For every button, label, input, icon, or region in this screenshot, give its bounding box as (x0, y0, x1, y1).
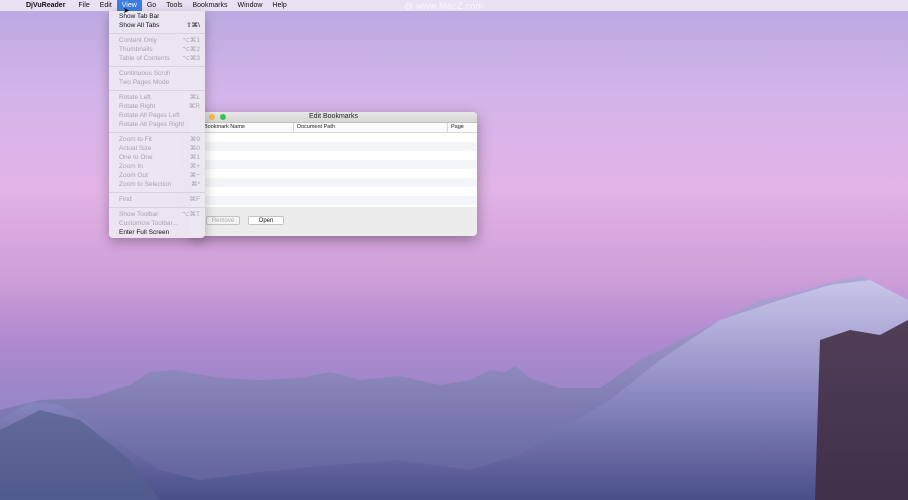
button-bar: Remove Open (190, 216, 477, 230)
zoom-window-icon[interactable] (220, 114, 226, 120)
menu-item-enter-full-screen[interactable]: Enter Full Screen (109, 228, 205, 237)
menu-item-rotate-left: Rotate Left ⌘L (119, 94, 200, 101)
column-document-path[interactable]: Document Path (294, 123, 448, 132)
window-titlebar[interactable]: Edit Bookmarks (190, 112, 477, 123)
table-row[interactable] (190, 142, 477, 151)
menu-item-continuous-scroll: Continuous Scroll (119, 70, 170, 77)
table-row[interactable] (190, 196, 477, 205)
menu-item-one-to-one: One to One ⌘1 (119, 154, 200, 161)
edit-bookmarks-window: Edit Bookmarks Bookmark Name Document Pa… (190, 112, 477, 236)
menu-window[interactable]: Window (233, 0, 268, 11)
table-row[interactable] (190, 133, 477, 142)
menu-separator (109, 132, 205, 133)
menu-item-rotate-all-right: Rotate All Pages Right (119, 121, 185, 128)
menu-separator (109, 33, 205, 34)
menu-item-zoom-out: Zoom Out ⌘− (119, 172, 200, 179)
minimize-window-icon[interactable] (209, 114, 215, 120)
watermark: @ www.MacZ.com (404, 1, 484, 11)
menu-go[interactable]: Go (142, 0, 161, 11)
table-row[interactable] (190, 169, 477, 178)
menu-bookmarks[interactable]: Bookmarks (188, 0, 233, 11)
menu-file[interactable]: File (73, 0, 94, 11)
menu-tools[interactable]: Tools (161, 0, 187, 11)
menu-item-customize-toolbar: Customize Toolbar... (119, 220, 178, 227)
menu-item-two-pages-mode: Two Pages Mode (119, 79, 170, 86)
menu-item-zoom-to-selection: Zoom to Selection ⌘* (119, 181, 200, 188)
menu-item-zoom-in: Zoom In ⌘+ (119, 163, 200, 170)
menu-item-actual-size: Actual Size ⌘0 (119, 145, 200, 152)
menu-item-show-toolbar: Show Toolbar ⌥⌘T (119, 211, 200, 218)
menu-item-content-only: Content Only ⌥⌘1 (119, 37, 200, 44)
menu-separator (109, 66, 205, 67)
menu-edit[interactable]: Edit (95, 0, 117, 11)
menu-separator (109, 207, 205, 208)
menu-item-find: Find ⌘F (119, 196, 200, 203)
menu-item-rotate-all-left: Rotate All Pages Left (119, 112, 180, 119)
window-title: Edit Bookmarks (308, 113, 359, 120)
menu-app-name[interactable]: DjVuReader (21, 0, 70, 11)
menu-help[interactable]: Help (267, 0, 291, 11)
mouse-pointer-icon: ➤ (123, 6, 130, 15)
menu-separator (109, 90, 205, 91)
menu-item-zoom-to-fit: Zoom to Fit ⌘9 (119, 136, 200, 143)
remove-button[interactable]: Remove (206, 216, 240, 225)
menu-separator (109, 192, 205, 193)
bookmarks-table[interactable]: Bookmark Name Document Path Page (190, 123, 477, 207)
menu-item-rotate-right: Rotate Right ⌘R (119, 103, 200, 110)
table-row[interactable] (190, 160, 477, 169)
column-page[interactable]: Page (448, 123, 477, 132)
menu-item-show-all-tabs[interactable]: Show All Tabs ⇧⌘\ (109, 21, 205, 30)
table-row[interactable] (190, 151, 477, 160)
table-row[interactable] (190, 178, 477, 187)
open-button[interactable]: Open (248, 216, 284, 225)
table-row[interactable] (190, 187, 477, 196)
column-bookmark-name[interactable]: Bookmark Name (190, 123, 294, 132)
view-menu-dropdown: Show Tab Bar Show All Tabs ⇧⌘\ Content On… (109, 11, 205, 238)
menu-item-thumbnails: Thumbnails ⌥⌘2 (119, 46, 200, 53)
table-header: Bookmark Name Document Path Page (190, 123, 477, 133)
menu-item-table-of-contents: Table of Contents ⌥⌘3 (119, 55, 200, 62)
